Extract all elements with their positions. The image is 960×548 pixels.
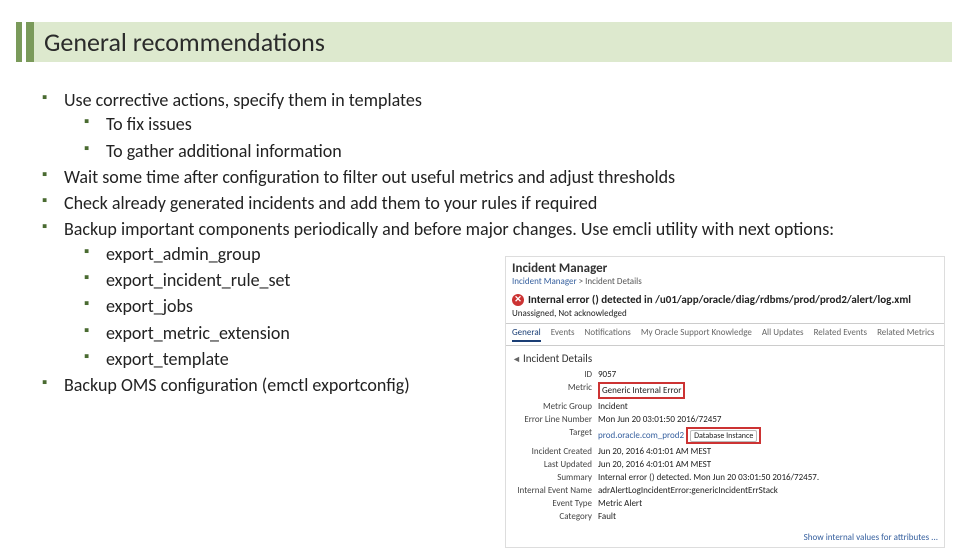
breadcrumb: Incident Manager > Incident Details xyxy=(506,276,944,291)
bullet-item: Wait some time after configuration to fi… xyxy=(64,165,934,189)
target-tag-highlight: Database Instance xyxy=(686,427,761,444)
breadcrumb-link[interactable]: Incident Manager xyxy=(512,276,577,287)
tab-updates[interactable]: All Updates xyxy=(762,327,804,342)
tab-related-metrics[interactable]: Related Metrics xyxy=(877,327,934,342)
bullet-item: Check already generated incidents and ad… xyxy=(64,191,934,215)
error-icon: ✕ xyxy=(512,294,524,306)
incident-detail-table: ID9057 MetricGeneric Internal Error Metr… xyxy=(512,369,938,522)
tab-notifications[interactable]: Notifications xyxy=(585,327,631,342)
breadcrumb-current: Incident Details xyxy=(585,276,642,287)
tab-general[interactable]: General xyxy=(512,327,541,342)
target-link[interactable]: prod.oracle.com_prod2 xyxy=(598,430,684,441)
bullet-item: Use corrective actions, specify them in … xyxy=(64,88,934,163)
tab-events[interactable]: Events xyxy=(551,327,575,342)
bullet-subitem: To fix issues xyxy=(106,112,934,136)
error-heading: ✕ Internal error () detected in /u01/app… xyxy=(506,291,944,308)
incident-manager-screenshot: Incident Manager Incident Manager > Inci… xyxy=(505,256,945,548)
slide-title-bar: General recommendations xyxy=(8,22,952,62)
show-internal-link[interactable]: Show internal values for attributes ... xyxy=(804,532,938,543)
metric-highlight: Generic Internal Error xyxy=(598,382,685,399)
bullet-subitem: To gather additional information xyxy=(106,139,934,163)
inset-header: Incident Manager xyxy=(506,257,944,276)
panel-title: Incident Details xyxy=(512,352,938,365)
tab-mos[interactable]: My Oracle Support Knowledge xyxy=(641,327,752,342)
status-line: Unassigned, Not acknowledged xyxy=(506,308,944,324)
inset-tabs: General Events Notifications My Oracle S… xyxy=(506,324,944,346)
slide-title: General recommendations xyxy=(34,26,325,58)
title-accent xyxy=(8,22,34,62)
tab-related-events[interactable]: Related Events xyxy=(814,327,867,342)
